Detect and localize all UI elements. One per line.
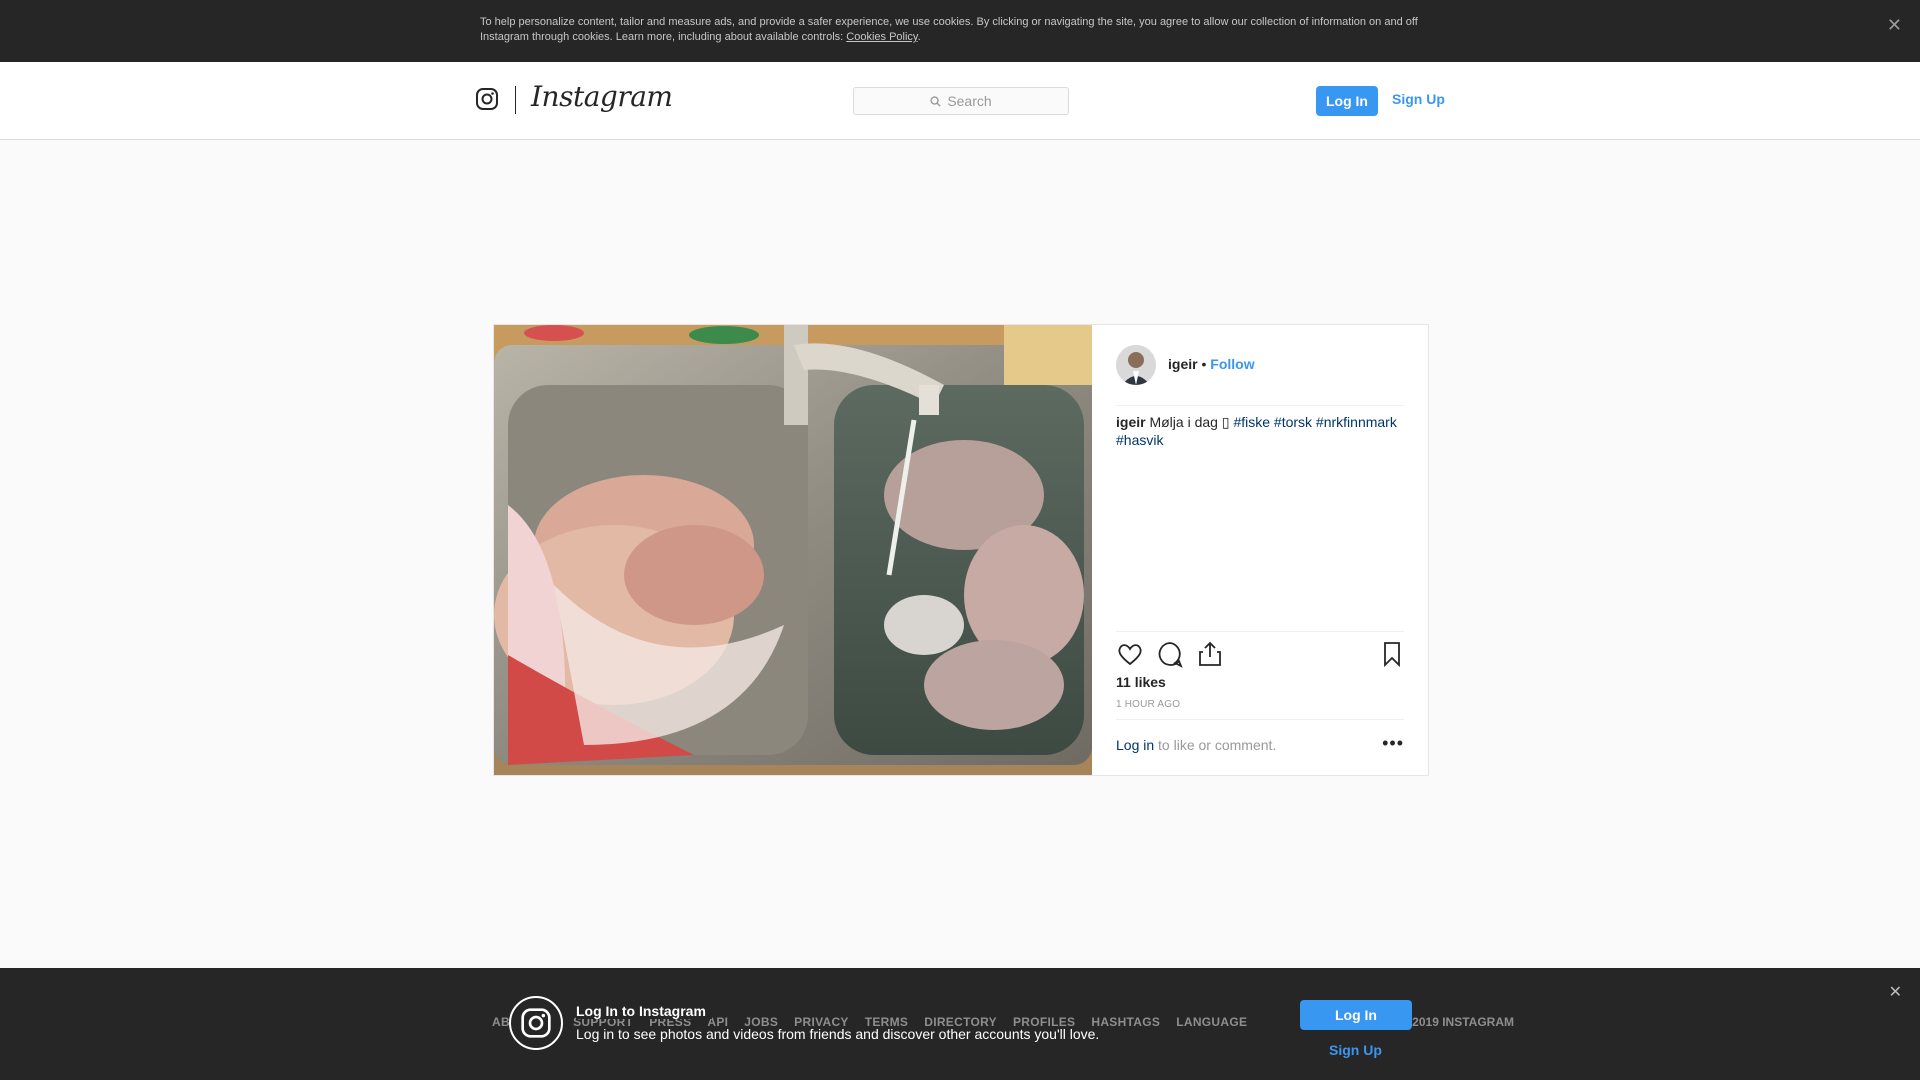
cookie-period: . [917,31,921,43]
promo-title: Log In to Instagram [576,1003,712,1019]
close-icon[interactable]: ✕ [1887,15,1902,36]
share-icon[interactable] [1196,640,1224,668]
copyright: © 2019 INSTAGRAM [1400,1015,1514,1029]
cookie-text: To help personalize content, tailor and … [480,15,1430,45]
post-actions [1116,640,1404,672]
header-divider [515,86,516,114]
like-count[interactable]: 11 likes [1116,674,1166,690]
promo-subtitle: Log in to see photos and videos from fri… [576,1026,1106,1042]
top-header: Instagram Search Log In Sign Up [0,62,1920,140]
login-promo-bar: ABOUT US SUPPORT PRESS API JOBS PRIVACY … [0,968,1920,1080]
caption-text: Mølja i dag [1145,414,1222,430]
divider [1116,719,1404,720]
instagram-camera-icon [509,996,563,1050]
divider [1116,631,1404,632]
cookies-policy-link[interactable]: Cookies Policy [846,31,917,43]
author-separator: • [1197,356,1211,372]
comment-icon[interactable] [1156,640,1184,668]
caption-emoji: ▯ [1221,414,1230,430]
comment-prompt: Log in to like or comment. ••• [1116,733,1404,753]
hashtag-link[interactable]: #nrkfinnmark [1316,414,1397,430]
promo-login-button[interactable]: Log In [1300,1000,1412,1030]
signup-link[interactable]: Sign Up [1392,91,1445,107]
post-sidebar: igeir • Follow igeir Mølja i dag ▯ #fisk… [1092,325,1428,775]
footer-link[interactable]: LANGUAGE [1176,1015,1247,1029]
cookie-message: To help personalize content, tailor and … [480,16,1418,43]
comment-prompt-text: to like or comment. [1154,737,1277,753]
caption-username[interactable]: igeir [1116,414,1146,430]
search-input[interactable]: Search [853,87,1069,115]
author-username[interactable]: igeir [1168,356,1198,372]
hashtag-link[interactable]: #hasvik [1116,432,1163,448]
instagram-wordmark[interactable]: Instagram [531,80,673,113]
heart-icon[interactable] [1116,640,1144,668]
promo-signup-link[interactable]: Sign Up [1329,1042,1382,1058]
close-icon[interactable]: ✕ [1889,982,1902,1002]
post-card: igeir • Follow igeir Mølja i dag ▯ #fisk… [493,324,1429,776]
avatar-image [1116,345,1156,385]
follow-button[interactable]: Follow [1210,356,1254,372]
bookmark-icon[interactable] [1378,640,1406,668]
hashtag-link[interactable]: #torsk [1274,414,1312,430]
post-timestamp: 1 HOUR AGO [1116,699,1181,710]
search-icon [930,95,941,107]
login-button[interactable]: Log In [1316,86,1378,116]
author-meta: igeir • Follow [1168,356,1255,372]
cookie-banner: To help personalize content, tailor and … [0,0,1920,62]
post-image [494,325,1092,775]
comment-login-link[interactable]: Log in [1116,737,1154,753]
post-caption: igeir Mølja i dag ▯ #fiske #torsk #nrkfi… [1116,413,1406,449]
post-photo[interactable] [494,325,1092,775]
more-options-icon[interactable]: ••• [1382,733,1404,754]
search-placeholder: Search [947,93,992,109]
post-header: igeir • Follow [1116,345,1404,406]
avatar[interactable] [1116,345,1156,385]
instagram-camera-icon[interactable] [475,87,499,111]
hashtag-link[interactable]: #fiske [1233,414,1270,430]
